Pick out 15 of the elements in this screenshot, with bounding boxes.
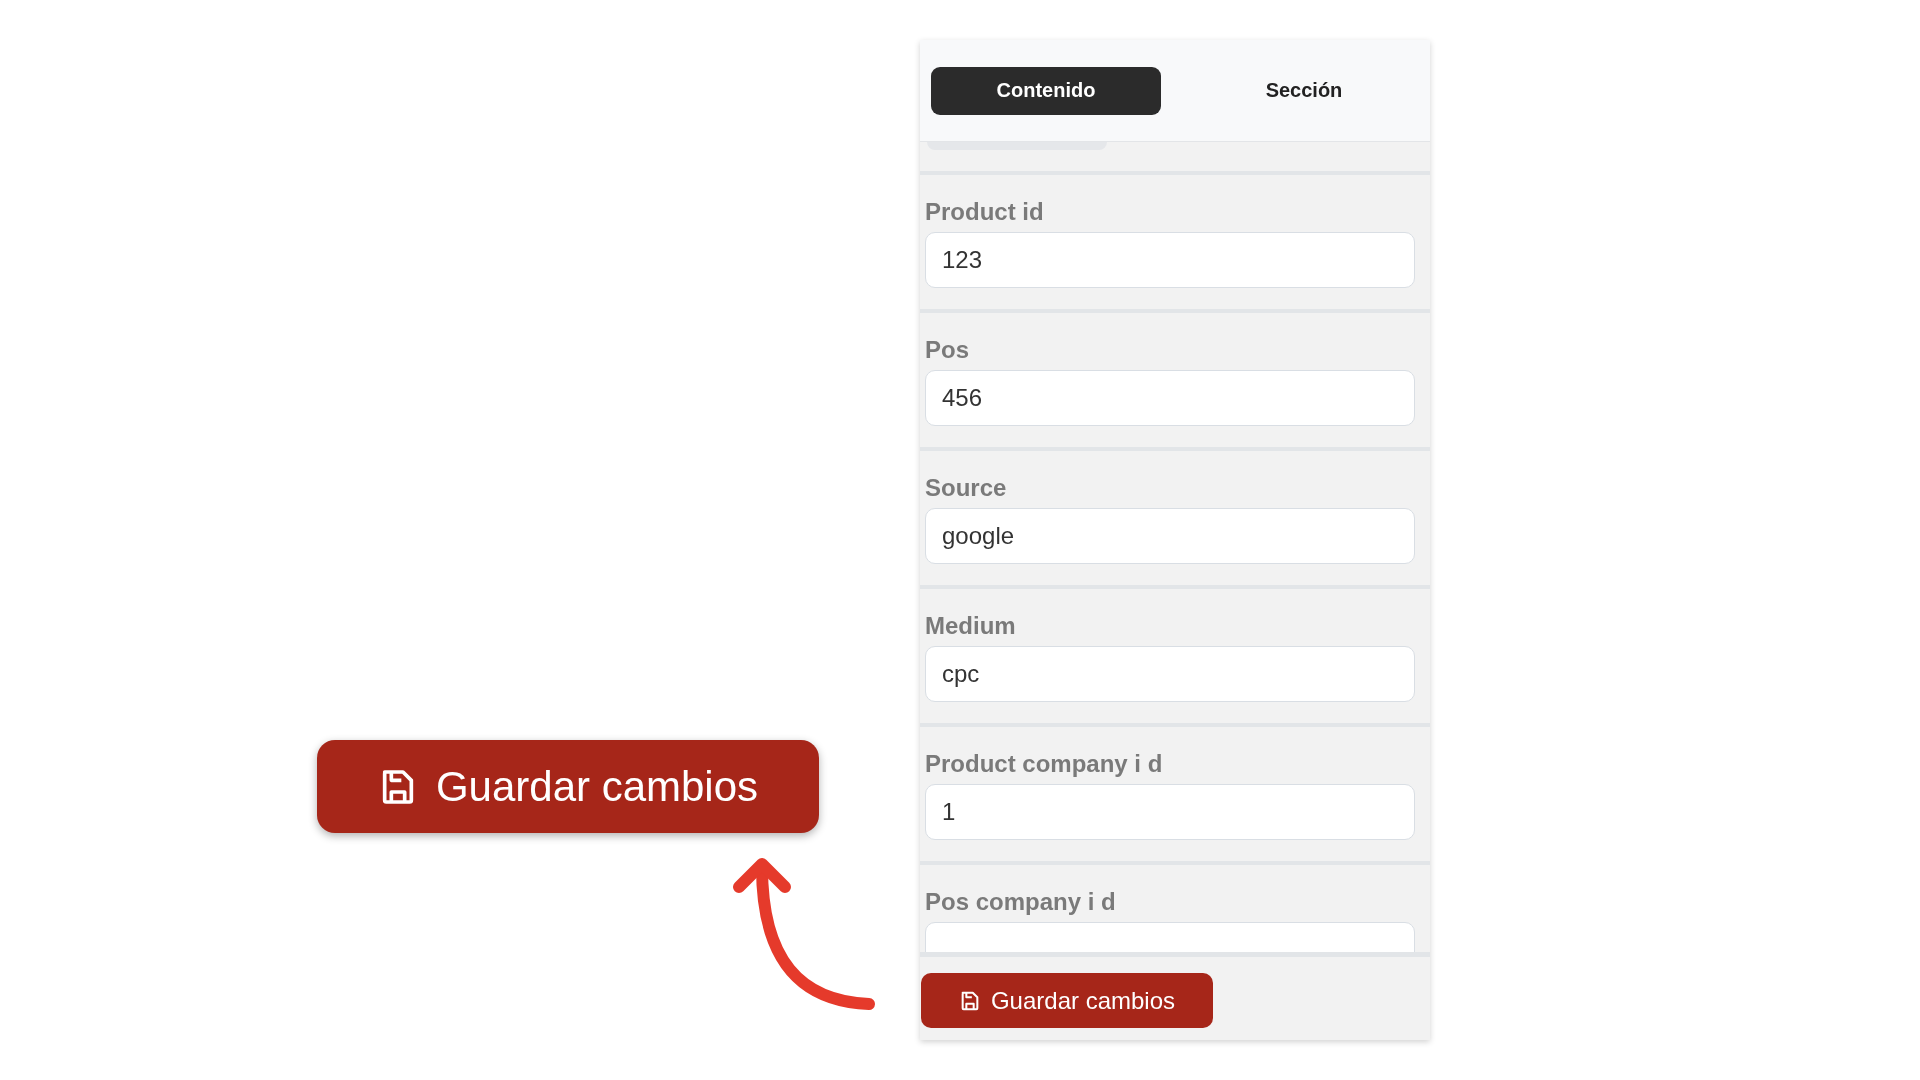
tab[interactable]: Sección — [1189, 66, 1419, 115]
field-label: Product company i d — [925, 749, 1164, 778]
input-field[interactable]: 1 — [925, 784, 1415, 840]
input-field[interactable]: cpc — [925, 646, 1415, 702]
field-label: Pos company i d — [925, 887, 1117, 916]
save-button[interactable]: Guardar cambios — [317, 740, 819, 833]
input-field[interactable]: 456 — [925, 370, 1415, 426]
tab[interactable]: Contenido — [931, 66, 1161, 115]
input-field[interactable]: google — [925, 508, 1415, 564]
save-button[interactable]: Guardar cambios — [921, 973, 1213, 1028]
field-label: Medium — [925, 611, 1017, 640]
input-field[interactable]: 123 — [925, 232, 1415, 288]
field-label: Product id — [925, 197, 1045, 226]
field-label: Pos — [925, 335, 970, 364]
field-label: Source — [925, 473, 1008, 502]
